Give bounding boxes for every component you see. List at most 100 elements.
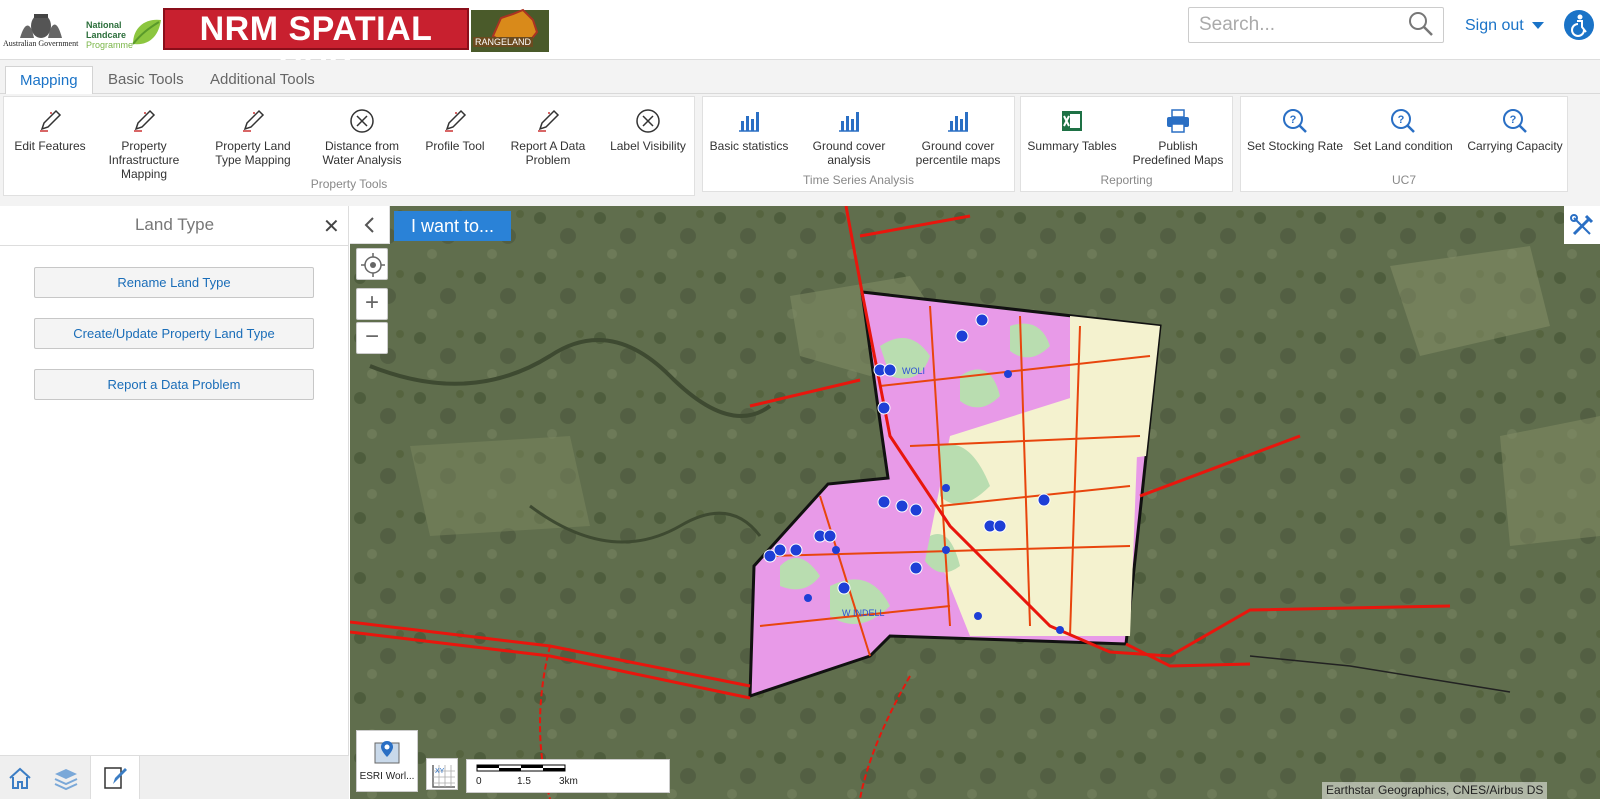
basemap-label: ESRI Worl...	[359, 771, 415, 782]
ribbon-toolbar: Edit Features Property Infrastructure Ma…	[0, 94, 1600, 206]
search-icon[interactable]	[1408, 11, 1434, 37]
tool-label: Set Land condition	[1353, 139, 1453, 153]
bar-chart-icon	[948, 112, 968, 132]
xy-label: XY	[435, 768, 445, 775]
group-time-series-analysis: Basic statistics Ground cover analysis G…	[702, 96, 1015, 192]
tool-label: Edit Features	[14, 139, 86, 153]
tab-mapping[interactable]: Mapping	[5, 66, 93, 95]
pencil-edit-icon	[445, 109, 467, 132]
tools-icon	[1570, 214, 1594, 236]
tool-label: Property Land Type Mapping	[215, 139, 291, 167]
paddock-area	[1500, 416, 1600, 546]
help-search-icon: ?	[1283, 109, 1307, 133]
tool-label: Report A Data Problem	[510, 139, 586, 167]
i-want-to-button[interactable]: I want to...	[394, 211, 511, 241]
group-label: Time Series Analysis	[803, 173, 914, 187]
gov-text: Australian Government	[3, 39, 79, 48]
landcare-line1: National	[86, 20, 122, 30]
tab-basic-tools[interactable]: Basic Tools	[94, 66, 198, 95]
pencil-edit-icon	[40, 109, 62, 132]
landcare-logo-text: National Landcare Programme	[86, 20, 133, 50]
layers-icon[interactable]	[52, 764, 80, 792]
printer-icon	[1167, 109, 1189, 133]
sign-out-link[interactable]: Sign out	[1465, 17, 1524, 35]
rangeland-text: RANGELAND	[473, 37, 534, 47]
profile-tool-button[interactable]: Profile Tool	[405, 107, 505, 153]
landcare-line3: Programme	[86, 40, 134, 50]
group-uc7: ? Set Stocking Rate ? Set Land condition…	[1240, 96, 1568, 192]
paddock-area	[410, 436, 590, 536]
basic-statistics-button[interactable]: Basic statistics	[699, 107, 799, 153]
ground-cover-analysis-button[interactable]: Ground cover analysis	[799, 107, 899, 167]
map-tools-button[interactable]	[1564, 206, 1600, 244]
report-data-problem-button[interactable]: Report a Data Problem	[34, 369, 314, 400]
tool-label: Carrying Capacity	[1467, 139, 1563, 153]
tool-label: Publish Predefined Maps	[1132, 139, 1224, 167]
set-land-condition-button[interactable]: ? Set Land condition	[1353, 107, 1453, 153]
tool-label: Distance from Water Analysis	[322, 139, 402, 167]
circle-x-icon	[636, 109, 660, 133]
chevron-down-icon[interactable]	[1532, 22, 1544, 29]
map-view[interactable]: WOLI W INDELL I want to... + − ESRI Worl…	[350, 206, 1600, 799]
land-type-area-cream[interactable]	[1070, 316, 1160, 466]
group-reporting: Summary Tables Publish Predefined Maps R…	[1020, 96, 1233, 192]
basemap-switcher[interactable]: ESRI Worl...	[356, 730, 418, 792]
circle-x-icon	[350, 109, 374, 133]
edit-document-icon[interactable]	[101, 764, 129, 792]
tool-label: Summary Tables	[1027, 139, 1117, 153]
zoom-out-button[interactable]: −	[356, 322, 388, 354]
search-input[interactable]	[1188, 7, 1444, 43]
zoom-in-button[interactable]: +	[356, 288, 388, 320]
scale-label-0: 0	[476, 776, 482, 787]
panel-header: Land Type ✕	[0, 206, 349, 246]
summary-tables-button[interactable]: Summary Tables	[1022, 107, 1122, 153]
group-property-tools: Edit Features Property Infrastructure Ma…	[3, 96, 695, 196]
property-land-type-mapping-button[interactable]: Property Land Type Mapping	[203, 107, 303, 167]
tool-label: Ground cover analysis	[812, 139, 886, 167]
scale-bar: 0 1.5 3km	[466, 759, 670, 793]
chevron-left-icon	[364, 217, 374, 233]
tool-label: Ground cover percentile maps	[915, 139, 1001, 167]
map-area-label: WOLI	[902, 366, 925, 376]
brand-title: NRM SPATIAL HUB	[163, 8, 469, 86]
rename-land-type-button[interactable]: Rename Land Type	[34, 267, 314, 298]
pencil-edit-icon	[134, 109, 156, 132]
tab-additional-tools[interactable]: Additional Tools	[196, 66, 329, 95]
create-update-property-land-type-button[interactable]: Create/Update Property Land Type	[34, 318, 314, 349]
crosshair-icon	[361, 253, 385, 277]
accessibility-button[interactable]	[1564, 10, 1594, 40]
collapse-panel-button[interactable]	[350, 206, 390, 244]
edit-features-button[interactable]: Edit Features	[0, 107, 100, 153]
excel-icon	[1062, 111, 1082, 131]
map-canvas[interactable]: WOLI W INDELL	[350, 206, 1600, 799]
home-icon[interactable]	[6, 764, 34, 792]
tool-label: Set Stocking Rate	[1246, 139, 1344, 153]
bar-chart-icon	[739, 112, 759, 132]
tool-label: Label Visibility	[610, 139, 686, 153]
pencil-edit-icon	[243, 109, 265, 132]
tool-label: Profile Tool	[425, 139, 485, 153]
ribbon-tabs: Mapping Basic Tools Additional Tools	[0, 60, 1600, 95]
coordinate-tool-button[interactable]: XY	[426, 758, 458, 790]
group-label: UC7	[1391, 173, 1416, 187]
group-label: Reporting	[1100, 173, 1153, 187]
carrying-capacity-button[interactable]: ? Carrying Capacity	[1465, 107, 1565, 153]
label-visibility-button[interactable]: Label Visibility	[598, 107, 698, 153]
panel-bottom-bar	[0, 755, 349, 799]
distance-from-water-analysis-button[interactable]: Distance from Water Analysis	[312, 107, 412, 167]
report-data-problem-tool-button[interactable]: Report A Data Problem	[498, 107, 598, 167]
scale-label-mid: 1.5	[517, 776, 531, 787]
svg-text:?: ?	[1510, 114, 1517, 126]
landcare-leaf-logo	[132, 19, 161, 45]
close-icon[interactable]: ✕	[323, 214, 340, 239]
tool-label: Basic statistics	[709, 139, 789, 153]
locate-button[interactable]	[356, 248, 388, 280]
set-stocking-rate-button[interactable]: ? Set Stocking Rate	[1245, 107, 1345, 153]
property-infrastructure-mapping-button[interactable]: Property Infrastructure Mapping	[94, 107, 194, 181]
ground-cover-percentile-maps-button[interactable]: Ground cover percentile maps	[908, 107, 1008, 167]
map-pin-icon	[374, 741, 400, 764]
publish-predefined-maps-button[interactable]: Publish Predefined Maps	[1128, 107, 1228, 167]
scale-bar-graphic: 0 1.5 3km	[476, 764, 578, 787]
help-search-icon: ?	[1503, 109, 1527, 133]
landcare-line2: Landcare	[86, 30, 127, 40]
